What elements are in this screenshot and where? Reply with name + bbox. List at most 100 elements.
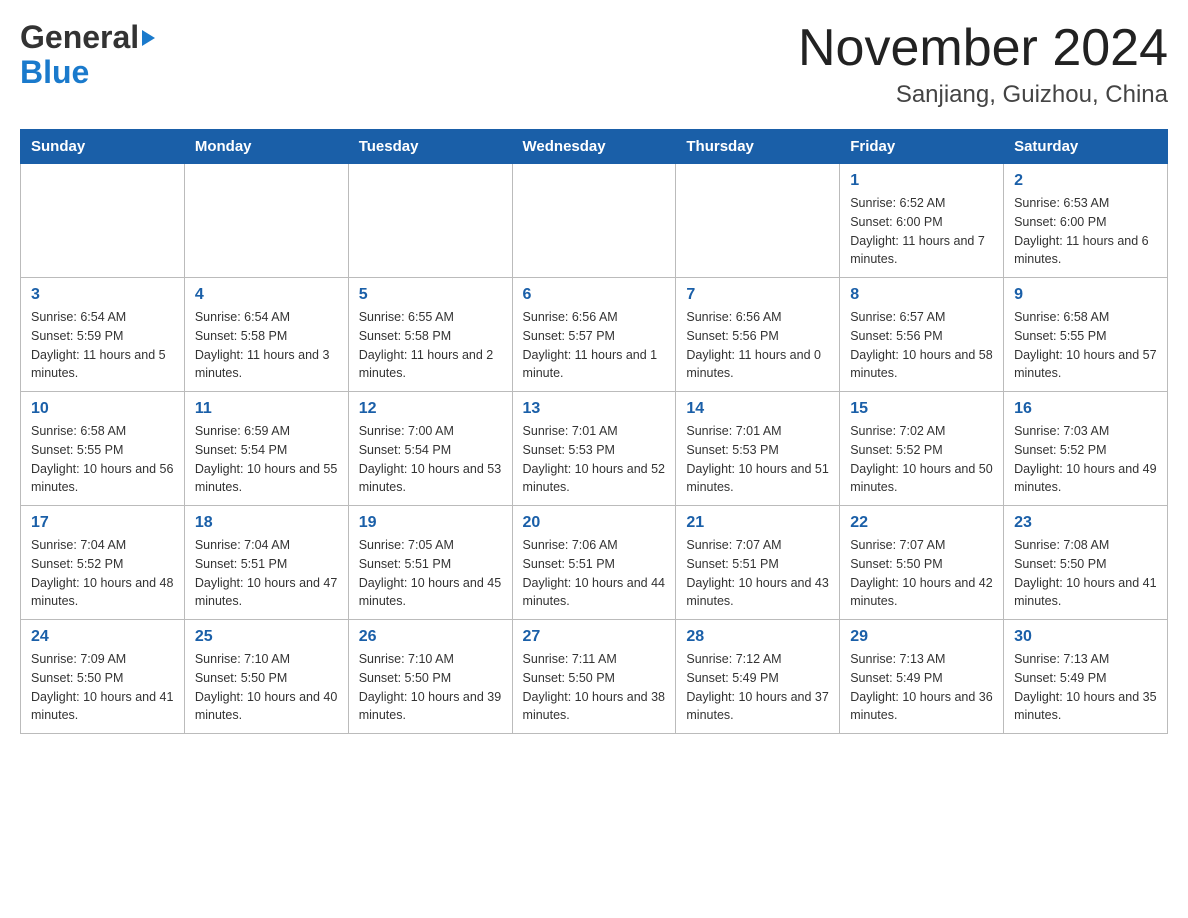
calendar-cell: 21 Sunrise: 7:07 AM Sunset: 5:51 PM Dayli…: [676, 506, 840, 620]
day-info: Sunrise: 7:13 AM Sunset: 5:49 PM Dayligh…: [1014, 650, 1157, 725]
calendar-week-row: 17Sunrise: 7:04 AM Sunset: 5:52 PM Dayli…: [21, 506, 1168, 620]
weekday-header-friday: Friday: [840, 130, 1004, 164]
page-header: General Blue November 2024 Sanjiang, Gui…: [20, 20, 1168, 109]
day-info: Sunrise: 7:07 AM Sunset: 5:51 PM Dayligh…: [686, 536, 829, 611]
logo: General Blue: [20, 20, 155, 90]
calendar-cell: 18Sunrise: 7:04 AM Sunset: 5:51 PM Dayli…: [184, 506, 348, 620]
day-info: Sunrise: 6:56 AM Sunset: 5:57 PM Dayligh…: [523, 308, 666, 383]
calendar-cell: 30Sunrise: 7:13 AM Sunset: 5:49 PM Dayli…: [1004, 620, 1168, 734]
day-number: 6: [523, 286, 666, 304]
day-number: 3: [31, 286, 174, 304]
calendar-cell: 29Sunrise: 7:13 AM Sunset: 5:49 PM Dayli…: [840, 620, 1004, 734]
day-info: Sunrise: 6:52 AM Sunset: 6:00 PM Dayligh…: [850, 194, 993, 269]
day-number: 20: [523, 514, 666, 532]
day-info: Sunrise: 6:54 AM Sunset: 5:59 PM Dayligh…: [31, 308, 174, 383]
day-info: Sunrise: 7:05 AM Sunset: 5:51 PM Dayligh…: [359, 536, 502, 611]
day-number: 11: [195, 400, 338, 418]
weekday-header-monday: Monday: [184, 130, 348, 164]
calendar-cell: 28 Sunrise: 7:12 AM Sunset: 5:49 PM Dayli…: [676, 620, 840, 734]
calendar-cell: 11 Sunrise: 6:59 AM Sunset: 5:54 PM Dayli…: [184, 392, 348, 506]
weekday-header-tuesday: Tuesday: [348, 130, 512, 164]
day-info: Sunrise: 6:54 AM Sunset: 5:58 PM Dayligh…: [195, 308, 338, 383]
weekday-header-saturday: Saturday: [1004, 130, 1168, 164]
logo-general-text: General: [20, 20, 139, 55]
day-number: 14: [686, 400, 829, 418]
day-info: Sunrise: 7:01 AM Sunset: 5:53 PM Dayligh…: [523, 422, 666, 497]
weekday-header-wednesday: Wednesday: [512, 130, 676, 164]
day-number: 15: [850, 400, 993, 418]
day-info: Sunrise: 6:57 AM Sunset: 5:56 PM Dayligh…: [850, 308, 993, 383]
day-info: Sunrise: 7:02 AM Sunset: 5:52 PM Dayligh…: [850, 422, 993, 497]
calendar-week-row: 24 Sunrise: 7:09 AM Sunset: 5:50 PM Dayli…: [21, 620, 1168, 734]
calendar-cell: 24 Sunrise: 7:09 AM Sunset: 5:50 PM Dayli…: [21, 620, 185, 734]
day-number: 1: [850, 172, 993, 190]
location-subtitle: Sanjiang, Guizhou, China: [798, 81, 1168, 109]
calendar-week-row: 3 Sunrise: 6:54 AM Sunset: 5:59 PM Daylig…: [21, 278, 1168, 392]
day-info: Sunrise: 7:03 AM Sunset: 5:52 PM Dayligh…: [1014, 422, 1157, 497]
day-info: Sunrise: 7:09 AM Sunset: 5:50 PM Dayligh…: [31, 650, 174, 725]
day-info: Sunrise: 7:04 AM Sunset: 5:51 PM Dayligh…: [195, 536, 338, 611]
day-info: Sunrise: 7:10 AM Sunset: 5:50 PM Dayligh…: [195, 650, 338, 725]
calendar-cell: 20 Sunrise: 7:06 AM Sunset: 5:51 PM Dayli…: [512, 506, 676, 620]
day-number: 9: [1014, 286, 1157, 304]
calendar-cell: 19 Sunrise: 7:05 AM Sunset: 5:51 PM Dayli…: [348, 506, 512, 620]
day-number: 13: [523, 400, 666, 418]
day-info: Sunrise: 6:53 AM Sunset: 6:00 PM Dayligh…: [1014, 194, 1157, 269]
weekday-header-sunday: Sunday: [21, 130, 185, 164]
calendar-cell: 5 Sunrise: 6:55 AM Sunset: 5:58 PM Daylig…: [348, 278, 512, 392]
calendar-cell: 23Sunrise: 7:08 AM Sunset: 5:50 PM Dayli…: [1004, 506, 1168, 620]
calendar-cell: 16 Sunrise: 7:03 AM Sunset: 5:52 PM Dayli…: [1004, 392, 1168, 506]
calendar-cell: [348, 164, 512, 278]
calendar-week-row: 1 Sunrise: 6:52 AM Sunset: 6:00 PM Daylig…: [21, 164, 1168, 278]
day-number: 21: [686, 514, 829, 532]
calendar-cell: [21, 164, 185, 278]
day-info: Sunrise: 6:59 AM Sunset: 5:54 PM Dayligh…: [195, 422, 338, 497]
day-number: 8: [850, 286, 993, 304]
day-info: Sunrise: 7:06 AM Sunset: 5:51 PM Dayligh…: [523, 536, 666, 611]
day-number: 10: [31, 400, 174, 418]
day-info: Sunrise: 7:07 AM Sunset: 5:50 PM Dayligh…: [850, 536, 993, 611]
calendar-cell: 2 Sunrise: 6:53 AM Sunset: 6:00 PM Daylig…: [1004, 164, 1168, 278]
month-year-title: November 2024: [798, 20, 1168, 77]
day-info: Sunrise: 6:55 AM Sunset: 5:58 PM Dayligh…: [359, 308, 502, 383]
calendar-cell: 3 Sunrise: 6:54 AM Sunset: 5:59 PM Daylig…: [21, 278, 185, 392]
title-section: November 2024 Sanjiang, Guizhou, China: [798, 20, 1168, 109]
day-number: 19: [359, 514, 502, 532]
day-number: 22: [850, 514, 993, 532]
day-info: Sunrise: 7:04 AM Sunset: 5:52 PM Dayligh…: [31, 536, 174, 611]
day-number: 16: [1014, 400, 1157, 418]
day-number: 4: [195, 286, 338, 304]
day-number: 2: [1014, 172, 1157, 190]
day-number: 7: [686, 286, 829, 304]
day-number: 29: [850, 628, 993, 646]
calendar-cell: 12 Sunrise: 7:00 AM Sunset: 5:54 PM Dayli…: [348, 392, 512, 506]
day-number: 23: [1014, 514, 1157, 532]
calendar-cell: 22 Sunrise: 7:07 AM Sunset: 5:50 PM Dayli…: [840, 506, 1004, 620]
calendar-cell: 8 Sunrise: 6:57 AM Sunset: 5:56 PM Daylig…: [840, 278, 1004, 392]
calendar-cell: 1 Sunrise: 6:52 AM Sunset: 6:00 PM Daylig…: [840, 164, 1004, 278]
day-number: 5: [359, 286, 502, 304]
calendar-cell: 7 Sunrise: 6:56 AM Sunset: 5:56 PM Daylig…: [676, 278, 840, 392]
day-info: Sunrise: 7:01 AM Sunset: 5:53 PM Dayligh…: [686, 422, 829, 497]
day-info: Sunrise: 7:11 AM Sunset: 5:50 PM Dayligh…: [523, 650, 666, 725]
calendar-cell: 9Sunrise: 6:58 AM Sunset: 5:55 PM Daylig…: [1004, 278, 1168, 392]
calendar-cell: 13 Sunrise: 7:01 AM Sunset: 5:53 PM Dayli…: [512, 392, 676, 506]
calendar-cell: 10Sunrise: 6:58 AM Sunset: 5:55 PM Dayli…: [21, 392, 185, 506]
calendar-cell: 6 Sunrise: 6:56 AM Sunset: 5:57 PM Daylig…: [512, 278, 676, 392]
day-info: Sunrise: 7:00 AM Sunset: 5:54 PM Dayligh…: [359, 422, 502, 497]
day-number: 24: [31, 628, 174, 646]
calendar-cell: 14 Sunrise: 7:01 AM Sunset: 5:53 PM Dayli…: [676, 392, 840, 506]
day-info: Sunrise: 6:56 AM Sunset: 5:56 PM Dayligh…: [686, 308, 829, 383]
calendar-cell: 26Sunrise: 7:10 AM Sunset: 5:50 PM Dayli…: [348, 620, 512, 734]
day-info: Sunrise: 7:12 AM Sunset: 5:49 PM Dayligh…: [686, 650, 829, 725]
day-number: 26: [359, 628, 502, 646]
calendar-cell: 27Sunrise: 7:11 AM Sunset: 5:50 PM Dayli…: [512, 620, 676, 734]
calendar-table: SundayMondayTuesdayWednesdayThursdayFrid…: [20, 129, 1168, 734]
calendar-week-row: 10Sunrise: 6:58 AM Sunset: 5:55 PM Dayli…: [21, 392, 1168, 506]
day-number: 28: [686, 628, 829, 646]
calendar-cell: [676, 164, 840, 278]
day-number: 25: [195, 628, 338, 646]
calendar-cell: 4 Sunrise: 6:54 AM Sunset: 5:58 PM Daylig…: [184, 278, 348, 392]
day-number: 12: [359, 400, 502, 418]
logo-blue-text: Blue: [20, 55, 89, 90]
